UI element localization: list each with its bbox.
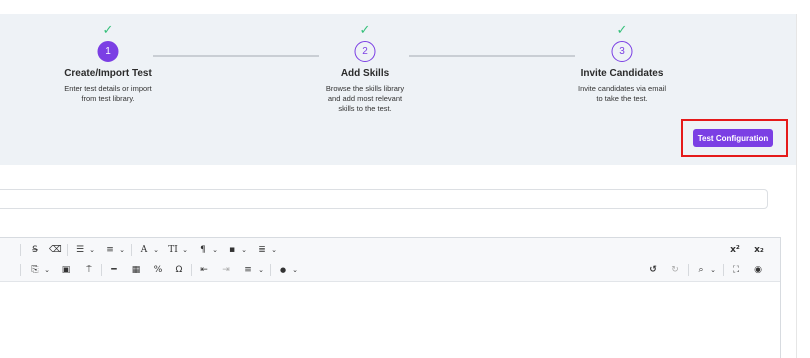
step-number: 2 — [354, 41, 376, 62]
toolbar-separator — [20, 244, 21, 256]
toolbar-separator — [67, 244, 68, 256]
superscript-icon[interactable]: x² — [728, 243, 742, 257]
step-title: Invite Candidates — [580, 68, 664, 79]
toolbar-separator — [131, 244, 132, 256]
bullet-list-icon[interactable]: ☰ — [74, 243, 86, 257]
desc-line: Enter test details or import — [64, 84, 152, 93]
check-icon: ✓ — [616, 23, 628, 38]
chevron-down-icon[interactable]: ⌄ — [152, 243, 160, 257]
toolbar-separator — [101, 264, 102, 276]
block-style-icon[interactable]: ▪ — [226, 243, 238, 257]
font-size-icon[interactable]: TI — [166, 243, 180, 257]
step-title: Add Skills — [340, 68, 390, 79]
toolbar-row-2: ⎘ ⌄ ▣ ⍑ ━ ▦ % Ω ⇤ ⇥ ≡ ⌄ ● ⌄ ↺ ↻ ⌕ ⌄ ⛶ ◉ — [0, 260, 780, 280]
find-icon[interactable]: ⌕ — [695, 263, 707, 277]
desc-line: Browse the skills library — [325, 84, 405, 93]
chevron-down-icon[interactable]: ⌄ — [211, 243, 219, 257]
chevron-down-icon[interactable]: ⌄ — [240, 243, 248, 257]
toolbar-separator — [270, 264, 271, 276]
chevron-down-icon[interactable]: ⌄ — [270, 243, 278, 257]
step-number: 1 — [97, 41, 119, 62]
desc-line: to take the test. — [596, 94, 648, 103]
insert-box-icon[interactable]: ▣ — [60, 263, 72, 277]
undo-icon[interactable]: ↺ — [647, 263, 659, 277]
scrollbar[interactable] — [796, 14, 810, 358]
clear-format-icon[interactable]: ⌫ — [49, 243, 62, 257]
check-icon: ✓ — [359, 23, 371, 38]
table-icon[interactable]: ▦ — [130, 263, 142, 277]
step-description: Browse the skills library and add most r… — [310, 84, 420, 114]
strikethrough-icon[interactable]: S̶ — [29, 243, 41, 257]
editor-content-area[interactable] — [0, 283, 780, 358]
step-description: Invite candidates via email to take the … — [564, 84, 680, 104]
fullscreen-icon[interactable]: ⛶ — [730, 263, 742, 277]
outdent-icon[interactable]: ⇤ — [198, 263, 210, 277]
check-icon: ✓ — [102, 23, 114, 38]
chevron-down-icon[interactable]: ⌄ — [118, 243, 126, 257]
paste-icon[interactable]: ⎘ — [29, 263, 41, 277]
connector-1-2 — [153, 55, 319, 57]
numbered-list-icon[interactable]: ≡ — [104, 243, 116, 257]
chevron-down-icon[interactable]: ⌄ — [43, 263, 51, 277]
paragraph-icon[interactable]: ¶ — [197, 243, 209, 257]
toolbar-separator — [723, 264, 724, 276]
preview-icon[interactable]: ◉ — [752, 263, 764, 277]
indent-icon[interactable]: ⇥ — [220, 263, 232, 277]
align-icon[interactable]: ≣ — [256, 243, 268, 257]
rich-text-editor: S̶ ⌫ ☰ ⌄ ≡ ⌄ A ⌄ TI ⌄ ¶ ⌄ ▪ ⌄ ≣ ⌄ x² x₂ … — [0, 237, 781, 358]
stepper-band: ✓ 1 Create/Import Test Enter test detail… — [0, 14, 796, 165]
test-configuration-button[interactable]: Test Configuration — [693, 129, 773, 147]
toolbar-row-1: S̶ ⌫ ☰ ⌄ ≡ ⌄ A ⌄ TI ⌄ ¶ ⌄ ▪ ⌄ ≣ ⌄ x² x₂ — [0, 240, 780, 260]
desc-line: from test library. — [81, 94, 135, 103]
editor-toolbar: S̶ ⌫ ☰ ⌄ ≡ ⌄ A ⌄ TI ⌄ ¶ ⌄ ▪ ⌄ ≣ ⌄ x² x₂ … — [0, 238, 780, 282]
chevron-down-icon[interactable]: ⌄ — [88, 243, 96, 257]
step-title: Create/Import Test — [64, 68, 152, 79]
chevron-down-icon[interactable]: ⌄ — [181, 243, 189, 257]
subscript-icon[interactable]: x₂ — [752, 243, 766, 257]
desc-line: Invite candidates via email — [578, 84, 666, 93]
step-description: Enter test details or import from test l… — [52, 84, 164, 104]
desc-line: and add most relevant — [327, 94, 403, 103]
format-painter-icon[interactable]: ⍑ — [83, 263, 95, 277]
chevron-down-icon[interactable]: ⌄ — [709, 263, 717, 277]
link-icon[interactable]: % — [152, 263, 164, 277]
special-char-icon[interactable]: Ω — [173, 263, 185, 277]
test-title-input[interactable] — [0, 189, 768, 209]
toolbar-separator — [191, 264, 192, 276]
font-color-icon[interactable]: A — [138, 243, 150, 257]
connector-2-3 — [409, 55, 575, 57]
redo-icon[interactable]: ↻ — [669, 263, 681, 277]
toolbar-separator — [688, 264, 689, 276]
desc-line: skills to the test. — [338, 104, 392, 113]
toolbar-separator — [20, 264, 21, 276]
chevron-down-icon[interactable]: ⌄ — [291, 263, 299, 277]
line-height-icon[interactable]: ≡ — [242, 263, 254, 277]
color-drop-icon[interactable]: ● — [277, 263, 289, 277]
horizontal-rule-icon[interactable]: ━ — [108, 263, 120, 277]
step-number: 3 — [611, 41, 633, 62]
chevron-down-icon[interactable]: ⌄ — [257, 263, 265, 277]
